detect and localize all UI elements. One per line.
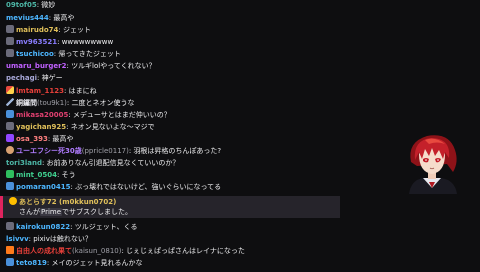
chat-message: lmtam_1123: はまにね [0, 86, 97, 97]
chat-username[interactable]: mint_0504 [16, 171, 57, 179]
character-badge-icon [6, 146, 14, 154]
subscriber-badge-icon [6, 258, 14, 266]
chat-username[interactable]: mevius444 [6, 14, 49, 22]
prime-mention[interactable]: Prime [40, 208, 63, 216]
chat-username[interactable]: osa_393 [16, 135, 48, 143]
subscriber-badge-icon [6, 182, 14, 190]
red-hair-character-icon [409, 135, 457, 194]
chat-text: wwwwwwwww [61, 38, 114, 46]
chat-login-name: (tou9k1) [37, 99, 67, 107]
chat-text: 最高や [53, 14, 75, 22]
streamer-avatar [399, 132, 465, 194]
chat-text: 神ゲー [41, 74, 63, 82]
chat-message: teto819: メイのジェット見れるんかな [0, 258, 142, 269]
chat-username[interactable]: lsivvv [6, 235, 29, 243]
chat-username[interactable]: mikasa20005 [16, 111, 68, 119]
cat-badge-icon [6, 49, 14, 57]
chat-text: じぇじぇぱっぱさんはレイナになった [126, 247, 245, 255]
chat-text: pixivは触れない？ [33, 235, 92, 243]
chat-text: 微妙 [41, 1, 56, 9]
chat-text: お前ありなん引退配信見なくていいのか？ [46, 159, 180, 167]
cat-badge-icon [6, 25, 14, 33]
chat-username[interactable]: pechagi [6, 74, 37, 82]
alert-text: さんがPrimeでサブスクしました。 [19, 208, 133, 216]
chat-username[interactable]: umaru_burger2 [6, 62, 66, 70]
chat-message: tori3land: お前ありなん引退配信見なくていいのか？ [6, 159, 180, 167]
green-badge-icon [6, 170, 14, 178]
subscription-alert: あとらす72 (m0kkun0702) さんがPrimeでサブスクしました。 [0, 196, 340, 218]
chat-text: ジェット [63, 26, 92, 34]
chat-text: ツルジェット、くる [74, 223, 138, 231]
chat-message: mairudo74: ジェット [0, 25, 91, 36]
chat-username[interactable]: teto819 [16, 259, 47, 267]
chat-login-name: (kaisun_0810) [72, 247, 122, 255]
chat-username[interactable]: yagichan925 [16, 123, 66, 131]
chat-text: 二度とネオン使うな [71, 99, 135, 107]
chat-text: ツルギlolやってくれない？ [71, 62, 156, 70]
chat-text: ぶっ壊れではないけど、強いぐらいになってる [75, 183, 222, 191]
chat-username[interactable]: mv963521 [16, 38, 57, 46]
prime-star-icon [9, 197, 17, 205]
chat-username[interactable]: 銅鑼問 [16, 99, 37, 107]
chat-text: ネオン見ないよな～マジで [70, 123, 155, 131]
chat-message: umaru_burger2: ツルギlolやってくれない？ [6, 62, 156, 70]
chat-username[interactable]: 09tof05 [6, 1, 37, 9]
chat-message: mikasa20005: メデューサとはまだ仲いいの？ [0, 110, 171, 121]
chat-message: lsivvv: pixivは触れない？ [6, 235, 92, 243]
cat-badge-icon [6, 222, 14, 230]
orange-badge-icon [6, 246, 14, 254]
heart-badge-icon [6, 134, 14, 142]
chat-username[interactable]: tsuchicoo [16, 50, 54, 58]
chat-text: 最高や [52, 135, 74, 143]
chat-text: 帰ってきたジェット [58, 50, 121, 58]
chat-username[interactable]: pomaran0415 [16, 183, 70, 191]
chat-text: はまにね [68, 87, 97, 95]
chat-text: そう [61, 171, 76, 179]
chat-username[interactable]: 自由人の成れ果て [16, 247, 72, 255]
chat-message: mevius444: 最高や [6, 14, 75, 22]
chat-message: osa_393: 最高や [0, 134, 73, 145]
chat-username[interactable]: kairokun0822 [16, 223, 70, 231]
chat-login-name: (ppricle0117) [81, 147, 129, 155]
chat-message: 自由人の成れ果て(kaisun_0810): じぇじぇぱっぱさんはレイナになった [0, 246, 245, 257]
chat-message: yagichan925: ネオン見ないよな～マジで [0, 122, 155, 133]
chat-message: 銅鑼問(tou9k1): 二度とネオン使うな [0, 98, 134, 109]
chat-username[interactable]: lmtam_1123 [16, 87, 64, 95]
chat-message: tsuchicoo: 帰ってきたジェット [0, 49, 121, 60]
chat-username[interactable]: mairudo74 [16, 26, 58, 34]
chat-message: pechagi: 神ゲー [6, 74, 63, 82]
chat-message: mint_0504: そう [0, 170, 76, 181]
cat-badge-icon [6, 37, 14, 45]
blade-badge-icon [6, 98, 14, 106]
chat-message: ユーエフシー死30歳(ppricle0117): 羽根は昇格のちんぽあった? [0, 146, 221, 157]
chat-message: mv963521: wwwwwwwww [0, 37, 113, 48]
chat-text: メイのジェット見れるんかな [51, 259, 143, 267]
chat-username[interactable]: ユーエフシー死30歳 [16, 147, 82, 155]
chat-message: 09tof05: 微妙 [6, 1, 56, 9]
sword-badge-icon [6, 86, 14, 94]
subscriber-badge-icon [6, 110, 14, 118]
chat-text: 羽根は昇格のちんぽあった? [133, 147, 222, 155]
chat-text: メデューサとはまだ仲いいの？ [72, 111, 171, 119]
cat-badge-icon [6, 122, 14, 130]
chat-message: kairokun0822: ツルジェット、くる [0, 222, 137, 233]
alert-username[interactable]: あとらす72 (m0kkun0702) [19, 198, 116, 206]
chat-username[interactable]: tori3land [6, 159, 42, 167]
chat-message: pomaran0415: ぶっ壊れではないけど、強いぐらいになってる [0, 182, 221, 193]
